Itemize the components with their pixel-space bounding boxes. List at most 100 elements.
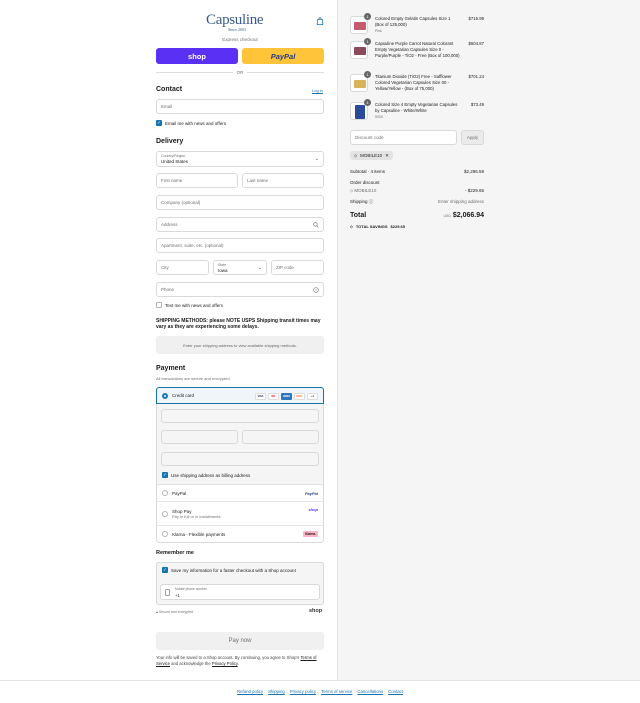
state-label: State <box>218 263 227 267</box>
help-icon[interactable]: ? <box>313 287 319 293</box>
first-name-field[interactable]: First name <box>156 173 238 188</box>
last-name-field[interactable]: Last name <box>242 173 324 188</box>
email-placeholder: Email <box>161 104 173 109</box>
amex-icon: AMEX <box>281 393 292 400</box>
discount-code-value: MOBILE10 <box>354 188 377 193</box>
help-icon[interactable]: ⓘ <box>369 199 374 204</box>
chevron-down-icon: ⌄ <box>257 265 262 271</box>
shop-logo: shop <box>309 608 323 614</box>
login-link[interactable]: Log in <box>312 88 323 93</box>
remove-discount-icon[interactable]: ✕ <box>385 153 389 159</box>
pay-now-button[interactable]: Pay now <box>156 632 324 650</box>
quantity-badge: 1 <box>364 71 371 78</box>
save-info-checkbox[interactable]: ✓ Save my information for a faster check… <box>162 567 296 573</box>
state-value: Iowa <box>218 268 228 273</box>
item-variant: 5000 <box>375 115 383 119</box>
shipping-methods-placeholder: Enter your shipping address to view avai… <box>156 336 324 354</box>
expiration-field[interactable] <box>161 430 238 444</box>
apply-discount-button[interactable]: Apply <box>461 130 484 145</box>
klarna-option[interactable]: Klarna - Flexible payments Klarna. <box>157 525 323 542</box>
discount-tag-code: MOBILE10 <box>360 153 383 158</box>
brand-since: Since 2003 <box>228 27 246 32</box>
tag-icon: ⬦ <box>354 153 358 158</box>
total-label: Total <box>350 212 367 219</box>
card-number-field[interactable] <box>161 409 319 423</box>
company-field[interactable]: Company (optional) <box>156 195 324 210</box>
discount-value: - $229.65 <box>464 188 484 193</box>
radio-icon <box>162 490 168 496</box>
mobile-phone-value: +1 <box>175 593 180 598</box>
country-label: Country/Region <box>161 154 186 158</box>
delivery-title: Delivery <box>156 138 184 145</box>
or-label: OR <box>236 69 244 75</box>
legal-text: Your info will be saved to a Shop accoun… <box>156 655 324 667</box>
order-item: 1 Colored Size 4 Empty Vegetarian Capsul… <box>350 99 484 122</box>
subtotal-value: $2,296.59 <box>463 169 484 174</box>
privacy-policy-link[interactable]: Privacy Policy <box>212 661 238 666</box>
terms-of-service-link[interactable]: Terms of service <box>321 689 352 694</box>
state-select[interactable]: State Iowa ⌄ <box>213 260 267 275</box>
email-news-checkbox[interactable]: ✓ Email me with news and offers <box>156 120 226 126</box>
refund-policy-link[interactable]: Refund policy <box>237 689 263 694</box>
billing-same-label: Use shipping address as billing address <box>171 472 251 478</box>
item-price: $701.24 <box>468 74 484 79</box>
apartment-field[interactable]: Apartment, suite, etc. (optional) <box>156 238 324 253</box>
billing-same-checkbox[interactable]: ✓ Use shipping address as billing addres… <box>162 472 250 478</box>
city-placeholder: City <box>161 265 169 270</box>
quantity-badge: 1 <box>364 38 371 45</box>
order-item: 1 Titanium Dioxide (TiO2) Free - Safflow… <box>350 71 484 96</box>
shipping-label-text: Shipping <box>350 199 368 204</box>
currency-code: USD <box>443 214 451 218</box>
payment-title: Payment <box>156 365 186 372</box>
savings-value: $229.65 <box>390 224 405 229</box>
shipping-label: Shipping ⓘ <box>350 199 373 205</box>
item-price: $716.99 <box>468 16 484 21</box>
item-name: Colored Size 4 Empty Vegetarian Capsules… <box>375 102 458 113</box>
contact-link[interactable]: Contact <box>388 689 403 694</box>
credit-card-label: Credit card <box>172 393 195 398</box>
email-field[interactable]: Email <box>156 99 324 114</box>
discount-code-row: ⬦ MOBILE10 - $229.65 <box>350 188 484 193</box>
order-item: 1 Capsuline Purple Carrot Natural Colora… <box>350 38 484 69</box>
order-discount-label: Order discount <box>350 180 380 185</box>
zip-field[interactable]: ZIP code <box>271 260 324 275</box>
country-select[interactable]: Country/Region United States ⌄ <box>156 151 324 167</box>
credit-card-option[interactable]: Credit card VISA MC AMEX DISC +4 <box>156 387 324 404</box>
chevron-down-icon: ⌄ <box>314 156 319 162</box>
name-on-card-field[interactable] <box>161 452 319 466</box>
security-code-field[interactable] <box>242 430 319 444</box>
shipping-link[interactable]: Shipping <box>268 689 285 694</box>
text-news-checkbox[interactable]: Text me with news and offers <box>156 302 223 308</box>
radio-selected-icon <box>162 392 168 399</box>
brand-logo[interactable]: Capsuline Since 2003 <box>206 12 274 32</box>
shop-pay-option[interactable]: Shop Pay Pay in full or in installments … <box>157 501 323 525</box>
brand-name: Capsuline <box>206 12 264 28</box>
cancellations-link[interactable]: Cancellations <box>357 689 383 694</box>
address-placeholder: Address <box>161 222 178 227</box>
legal-text-3: . <box>237 661 239 666</box>
shopping-bag-icon[interactable] <box>316 17 324 25</box>
paypal-button[interactable]: PayPal <box>242 48 324 64</box>
phone-field[interactable]: Phone ? <box>156 282 324 297</box>
remember-me-title: Remember me <box>156 550 194 556</box>
shop-pay-logo: shop <box>308 507 318 512</box>
country-value: United States <box>161 159 189 164</box>
privacy-policy-link[interactable]: Privacy policy <box>290 689 316 694</box>
search-icon <box>313 222 319 228</box>
mobile-phone-field[interactable]: Mobile phone number +1 <box>160 584 320 600</box>
klarna-logo: Klarna. <box>303 531 318 537</box>
total-row: Total USD $2,066.94 <box>350 212 484 219</box>
payment-subtitle: All transactions are secure and encrypte… <box>156 376 231 381</box>
svg-text:?: ? <box>315 288 317 292</box>
shop-pay-button[interactable]: shop <box>156 48 238 64</box>
checkbox-checked-icon: ✓ <box>162 471 168 478</box>
first-name-placeholder: First name <box>161 178 183 183</box>
address-field[interactable]: Address <box>156 217 324 232</box>
discount-placeholder: Discount code <box>355 135 384 140</box>
city-field[interactable]: City <box>156 260 209 275</box>
discover-icon: DISC <box>294 393 305 400</box>
item-price: $604.87 <box>468 41 484 46</box>
paypal-option[interactable]: PayPal PayPal <box>157 484 323 501</box>
discount-code-input[interactable]: Discount code <box>350 130 457 145</box>
paypal-option-label: PayPal <box>172 490 187 496</box>
